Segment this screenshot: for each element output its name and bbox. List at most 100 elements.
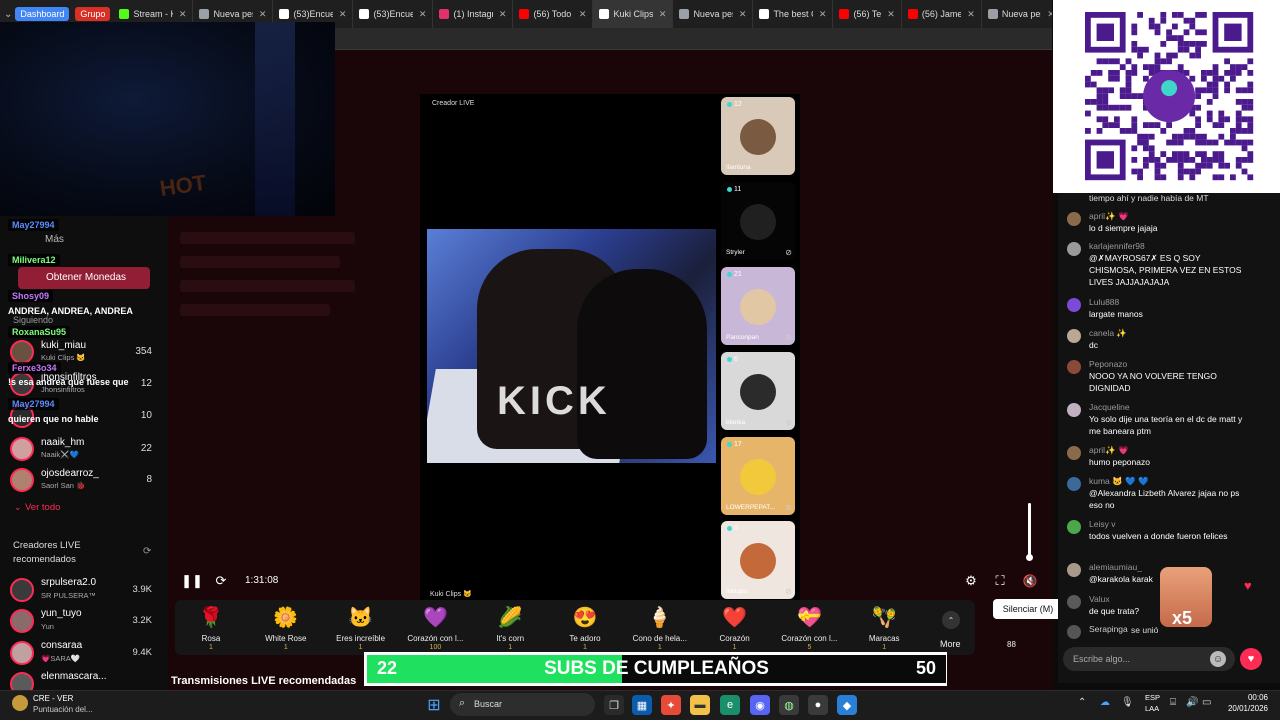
tab-close-icon[interactable]: ✕ [259, 9, 267, 20]
volume-slider[interactable] [1028, 503, 1031, 559]
tab-close-icon[interactable]: ✕ [179, 9, 187, 20]
browser-tab[interactable]: (53)Encuen ✕ [353, 0, 434, 28]
gift-item[interactable]: 🍦 Cono de hela... 1 [623, 604, 697, 651]
avatar[interactable] [1067, 563, 1081, 577]
tray-app-icon[interactable]: ☁ [1100, 697, 1110, 708]
gift-item[interactable]: 🌽 It's corn 1 [473, 604, 547, 651]
mic-icon[interactable]: 🎙 [1121, 697, 1134, 708]
chat-username[interactable]: Valux [1089, 594, 1110, 604]
gift-item[interactable]: 💝 Corazón con l... 5 [772, 604, 846, 651]
fullscreen-icon[interactable]: ⛶ [992, 573, 1008, 589]
guest-tile[interactable]: 6 blanka ⊘ [721, 352, 795, 430]
recommended-item[interactable]: consaraa 💗SARA🤍 9.4K [10, 639, 160, 669]
app-blue-icon[interactable]: ◆ [837, 695, 857, 715]
avatar[interactable] [1067, 477, 1081, 491]
gift-expand-icon[interactable]: ⌃ [942, 611, 960, 629]
browser-tab[interactable]: Nueva pest ✕ [673, 0, 754, 28]
guest-tile[interactable]: 11 Stryler ⊘ [721, 182, 795, 260]
host-video[interactable]: KICK [427, 229, 716, 463]
gift-item[interactable]: ❤️ Corazón 1 [698, 604, 772, 651]
gift-item[interactable]: 💜 Corazón con l... 100 [398, 604, 472, 651]
gift-item[interactable]: 🌹 Rosa 1 [174, 604, 248, 651]
discord-icon[interactable]: ◉ [750, 695, 770, 715]
tab-close-icon[interactable]: ✕ [339, 9, 347, 20]
tab-group-2[interactable]: Grupo 2 [75, 7, 111, 28]
tab-close-icon[interactable]: ✕ [819, 9, 827, 20]
address-bar[interactable] [335, 28, 1052, 50]
emoji-icon[interactable]: ☺ [1210, 651, 1226, 667]
like-heart-icon[interactable]: ♥ [1244, 578, 1252, 593]
see-all-link[interactable]: Ver todo [25, 502, 60, 513]
obs-icon[interactable]: ● [808, 695, 828, 715]
avatar[interactable] [1067, 360, 1081, 374]
lang-code[interactable]: ESP [1145, 693, 1160, 702]
avatar[interactable] [1067, 242, 1081, 256]
tab-close-icon[interactable]: ✕ [659, 9, 667, 20]
chat-username[interactable]: april✨ 💗 [1089, 445, 1129, 456]
tray-chevron-icon[interactable]: ⌃ [1078, 697, 1086, 708]
chat-username[interactable]: Jacqueline [1089, 402, 1130, 412]
avatar[interactable] [1067, 298, 1081, 312]
browser-tab[interactable]: (56) Te ✕ [833, 0, 902, 28]
chat-username[interactable]: Peponazo [1089, 359, 1127, 369]
chat-username[interactable]: karlajennifer98 [1089, 241, 1145, 251]
refresh-icon[interactable]: ⟳ [143, 546, 151, 557]
pause-icon[interactable]: ❚❚ [181, 573, 203, 589]
browser-tab[interactable]: (56) James ✕ [902, 0, 982, 28]
chat-username[interactable]: Serapinga [1089, 624, 1128, 634]
volume-handle[interactable] [1026, 554, 1033, 561]
tab-close-icon[interactable]: ✕ [419, 9, 427, 20]
refresh-icon[interactable]: ⟳ [213, 573, 229, 589]
battery-icon[interactable]: ▭ [1202, 697, 1211, 708]
settings-gear-icon[interactable]: ⚙ [963, 573, 979, 589]
volume-mute-icon[interactable]: 🔇 [1021, 573, 1039, 589]
tab-close-icon[interactable]: ✕ [967, 9, 975, 20]
chat-username[interactable]: april✨ 💗 [1089, 211, 1129, 222]
file-explorer-icon[interactable]: ▬ [690, 695, 710, 715]
following-item[interactable]: ojosdearroz_ Saorl San 🐞 8 [10, 466, 160, 496]
network-icon[interactable]: ⌸ [1170, 697, 1176, 708]
chat-username[interactable]: Leisy v [1089, 519, 1115, 529]
gift-item[interactable]: 🐱 Eres increíble 1 [324, 604, 398, 651]
avatar[interactable] [1067, 625, 1081, 639]
send-gift-heart-icon[interactable]: ♥ [1240, 648, 1262, 670]
chat-username[interactable]: Lulu888 [1089, 297, 1119, 307]
guest-tile[interactable]: 0 Itatupro ⊘ [721, 521, 795, 599]
recommended-item[interactable]: yun_tuyo Yun 3.2K [10, 607, 160, 637]
following-item[interactable]: naaik_hm Naaik⚔️💙 22 [10, 435, 160, 465]
browser-tab[interactable]: (1) Instagra ✕ [433, 0, 514, 28]
app-icon[interactable]: ◍ [779, 695, 799, 715]
browser-tab[interactable]: Nueva pest ✕ [982, 0, 1052, 28]
tab-close-icon[interactable]: ✕ [1047, 9, 1052, 20]
tab-close-icon[interactable]: ✕ [499, 9, 507, 20]
tab-close-icon[interactable]: ✕ [739, 9, 747, 20]
notification-title[interactable]: CRE - VER [33, 694, 73, 703]
task-view-icon[interactable]: ❐ [604, 695, 624, 715]
gift-item[interactable]: 🪇 Maracas 1 [847, 604, 921, 651]
recommended-item[interactable]: srpulsera2.0 SR PULSERA™ 3.9K [10, 576, 160, 606]
store-icon[interactable]: ▦ [632, 695, 652, 715]
gift-item[interactable]: 😍 Te adoro 1 [548, 604, 622, 651]
tab-group-dashboard[interactable]: Dashboard [15, 7, 70, 21]
chat-username[interactable]: canela ✨ [1089, 328, 1127, 339]
tab-close-icon[interactable]: ✕ [579, 9, 587, 20]
sidebar-more[interactable]: Más [45, 234, 64, 245]
avatar[interactable] [1067, 595, 1081, 609]
gift-item[interactable]: 🌼 White Rose 1 [249, 604, 323, 651]
taskbar-search[interactable]: ⌕ Buscar [450, 693, 595, 716]
clock-time[interactable]: 00:06 [1222, 693, 1268, 702]
avatar[interactable] [1067, 329, 1081, 343]
guest-tile[interactable]: 17 LOWERPEPAT... ⊘ [721, 437, 795, 515]
windows-start-icon[interactable]: ⊞ [424, 695, 444, 715]
guest-tile[interactable]: 21 Panconpan ⊘ [721, 267, 795, 345]
browser-tab[interactable]: The best C ✕ [753, 0, 834, 28]
browser-tab[interactable]: Kuki Clips ✕ [593, 0, 674, 28]
avatar[interactable] [1067, 520, 1081, 534]
chat-username[interactable]: kuma 🐱 💙 💙 [1089, 476, 1149, 487]
chat-input[interactable] [1063, 647, 1213, 671]
avatar[interactable] [1067, 446, 1081, 460]
guest-tile[interactable]: 12 Ilamluna [721, 97, 795, 175]
chat-username[interactable]: alemiaumiau_ [1089, 562, 1142, 572]
edge-icon[interactable]: e [720, 695, 740, 715]
gifts-more-button[interactable]: More [940, 639, 961, 649]
